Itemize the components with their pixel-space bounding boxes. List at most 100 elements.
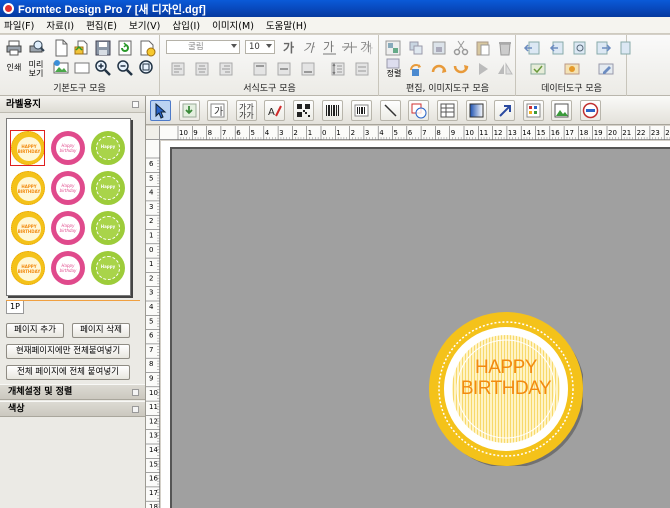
data-next-button[interactable] <box>595 39 613 57</box>
align-left-button[interactable] <box>169 60 187 78</box>
picture-tool-button[interactable] <box>551 100 572 121</box>
delete-button[interactable] <box>496 39 514 57</box>
lock-button[interactable] <box>430 39 448 57</box>
mirror-button[interactable] <box>452 60 470 78</box>
font-combo[interactable]: 굴림 <box>166 40 240 54</box>
refresh-button[interactable] <box>116 39 134 57</box>
rotate-button[interactable] <box>407 60 425 78</box>
new-page-button[interactable] <box>138 39 156 57</box>
data-settings-button[interactable] <box>563 60 581 78</box>
menu-view[interactable]: 보기(V) <box>129 18 160 32</box>
thumb-sticker-green[interactable]: Happy <box>91 171 125 205</box>
shadow-text-button[interactable]: 가가 <box>359 38 377 56</box>
data-search-button[interactable] <box>571 39 589 57</box>
menu-file[interactable]: 파일(F) <box>4 18 34 32</box>
menu-edit[interactable]: 편집(E) <box>86 18 117 32</box>
cut-button[interactable] <box>452 39 470 57</box>
thumb-sticker-green[interactable]: Happy <box>91 211 125 245</box>
flip-button[interactable] <box>430 60 448 78</box>
data-edit-button[interactable] <box>597 60 615 78</box>
birthday-label-sticker[interactable]: HAPPY BIRTHDAY <box>429 312 585 468</box>
curved-text-tool-button[interactable]: A <box>264 100 285 121</box>
delete-page-button[interactable]: 페이지 삭제 <box>72 323 130 338</box>
char-spacing-button[interactable] <box>353 60 371 78</box>
table-tool-button[interactable] <box>437 100 458 121</box>
italic-button[interactable]: 가 <box>301 38 319 56</box>
bold-button[interactable]: 가 <box>281 38 299 56</box>
shadow-text-icon: 가가 <box>360 40 373 56</box>
font-size-combo[interactable]: 10 <box>245 40 275 54</box>
blank-page-button[interactable] <box>73 59 91 77</box>
valign-bottom-button[interactable] <box>299 60 317 78</box>
align-right-button[interactable] <box>217 60 235 78</box>
gradient-tool-button[interactable] <box>466 100 487 121</box>
horizontal-ruler[interactable]: 10 9 8 7 6 5 4 3 2 1 0 1 2 3 4 5 6 7 8 9 10 11 12 13 14 15 16 17 18 1… <box>160 126 670 140</box>
data-first-button[interactable] <box>523 39 541 57</box>
valign-middle-button[interactable] <box>275 60 293 78</box>
page-thumbnail[interactable]: HAPPY BIRTHDAY HAPPY BIRTHDAY HAPPY BIRTHDA… <box>6 118 131 296</box>
ruler-barcode-tool-button[interactable] <box>351 100 372 121</box>
data-prev-button[interactable] <box>547 39 565 57</box>
mirror-icon <box>453 65 469 74</box>
thumb-sticker-pink[interactable]: Happy birthday <box>51 211 85 245</box>
data-last-button[interactable] <box>617 39 631 57</box>
thumb-sticker-green[interactable]: Happy <box>91 131 125 165</box>
paste-current-page-button[interactable]: 현재페이지에만 전체붙여넣기 <box>6 344 130 359</box>
import-tool-button[interactable] <box>179 100 200 121</box>
flip-right-button[interactable] <box>474 60 492 78</box>
preview-button[interactable] <box>27 39 45 57</box>
align-center-button[interactable] <box>193 60 211 78</box>
paste-button[interactable] <box>474 39 492 57</box>
data-link-button[interactable] <box>529 60 547 78</box>
stamp-tool-button[interactable] <box>580 100 601 121</box>
thumb-sticker-pink[interactable]: Happy birthday <box>51 131 85 165</box>
section-colors[interactable]: 색상 <box>0 401 145 417</box>
ruler-tick-label: 12 <box>494 129 503 137</box>
line-tool-button[interactable] <box>380 100 401 121</box>
thumb-sticker-pink[interactable]: Happy birthday <box>51 171 85 205</box>
menu-data[interactable]: 자료(I) <box>46 18 74 32</box>
thumb-sticker-pink[interactable]: Happy birthday <box>51 251 85 285</box>
zoom-out-button[interactable] <box>116 59 134 77</box>
menu-insert[interactable]: 삽입(I) <box>172 18 200 32</box>
barcode-tool-button[interactable] <box>322 100 343 121</box>
thumb-sticker-yellow[interactable]: HAPPY BIRTHDAY <box>11 211 45 245</box>
panel-pin-icon[interactable] <box>132 101 139 108</box>
section-object-settings[interactable]: 개체설정 및 정렬 <box>0 384 145 400</box>
underline-button[interactable]: 가 <box>321 38 339 56</box>
line-spacing-button[interactable] <box>329 60 347 78</box>
add-page-button[interactable]: 페이지 추가 <box>6 323 64 338</box>
flip-vertical-button[interactable] <box>496 60 514 78</box>
thumb-sticker-text: Happy <box>96 216 120 240</box>
vertical-text-tool-button[interactable]: 가가 가가 <box>236 100 257 121</box>
zoom-in-button[interactable] <box>94 59 112 77</box>
insert-image-button[interactable] <box>52 59 70 77</box>
thumb-sticker-green[interactable]: Happy <box>91 251 125 285</box>
qrcode-tool-button[interactable] <box>293 100 314 121</box>
ungroup-button[interactable] <box>407 39 425 57</box>
ruler-tick-label: 14 <box>522 129 531 137</box>
print-button[interactable] <box>5 39 23 57</box>
new-button[interactable] <box>52 39 70 57</box>
text-box-tool-button[interactable]: 가 <box>207 100 228 121</box>
paste-all-pages-button[interactable]: 전체 페이지에 전체 붙여넣기 <box>6 365 130 380</box>
menu-image[interactable]: 이미지(M) <box>212 18 254 32</box>
clipart-tool-button[interactable] <box>523 100 544 121</box>
thumb-sticker-yellow[interactable]: HAPPY BIRTHDAY <box>11 251 45 285</box>
group-button[interactable] <box>384 39 402 57</box>
select-tool-button[interactable] <box>150 100 171 121</box>
arrow-tool-button[interactable] <box>494 100 515 121</box>
strike-button[interactable]: 가 <box>341 38 359 56</box>
page-tab-1[interactable]: 1P <box>6 301 24 314</box>
open-button[interactable] <box>73 39 91 57</box>
menu-help[interactable]: 도움말(H) <box>266 18 307 32</box>
save-button[interactable] <box>94 39 112 57</box>
canvas-work-area[interactable] <box>172 149 670 508</box>
ruler-tick-label: 1 <box>336 129 340 137</box>
thumb-sticker-yellow[interactable]: HAPPY BIRTHDAY <box>11 171 45 205</box>
valign-top-button[interactable] <box>251 60 269 78</box>
zoom-fit-icon <box>139 60 153 74</box>
zoom-fit-button[interactable] <box>138 59 156 77</box>
shape-tool-button[interactable] <box>408 100 429 121</box>
vertical-ruler[interactable]: 6 5 4 3 2 1 0 1 2 3 4 5 6 7 8 9 10 11 12 13 14 15 16 17 18 <box>146 140 160 508</box>
